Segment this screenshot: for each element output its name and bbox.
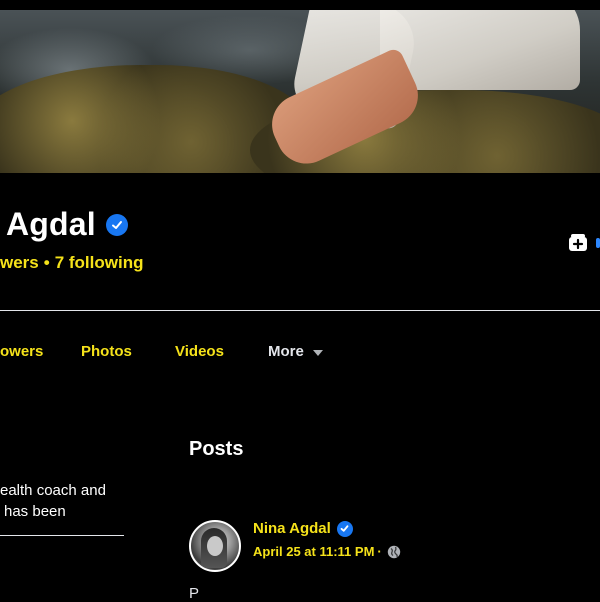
add-friend-icon bbox=[569, 234, 587, 251]
verified-badge-icon bbox=[105, 213, 128, 236]
verified-badge-icon bbox=[336, 520, 353, 537]
avatar-face bbox=[207, 536, 223, 556]
profile-name-row: Agdal bbox=[6, 206, 128, 243]
tab-photos[interactable]: Photos bbox=[81, 343, 132, 360]
post-text: P bbox=[189, 585, 200, 602]
posts-heading: Posts bbox=[189, 438, 244, 460]
tab-followers[interactable]: owers bbox=[0, 343, 43, 360]
globe-icon[interactable] bbox=[387, 545, 401, 559]
intro-line-2: has been bbox=[4, 503, 66, 520]
intro-bio: ealth coach and has been bbox=[0, 480, 106, 522]
add-friend-button[interactable] bbox=[566, 232, 590, 254]
followers-link[interactable]: wers bbox=[0, 253, 39, 272]
post-author-name[interactable]: Nina Agdal bbox=[253, 520, 331, 537]
caret-down-icon bbox=[312, 349, 323, 356]
post-date-link[interactable]: April 25 at 11:11 PM bbox=[253, 544, 374, 559]
stats-separator: • bbox=[43, 253, 50, 272]
tab-more[interactable]: More bbox=[268, 343, 323, 360]
tab-more-label: More bbox=[268, 343, 304, 360]
post-meta-separator: · bbox=[377, 544, 382, 559]
profile-stats: wers • 7 following bbox=[0, 253, 143, 273]
post-author-avatar[interactable] bbox=[189, 520, 241, 572]
top-bar bbox=[0, 0, 600, 10]
following-link[interactable]: 7 following bbox=[55, 253, 144, 272]
message-button-edge[interactable] bbox=[596, 238, 600, 248]
post-author-row: Nina Agdal bbox=[253, 520, 353, 537]
profile-divider bbox=[0, 310, 600, 311]
profile-name: Agdal bbox=[6, 206, 96, 242]
cover-photo[interactable] bbox=[0, 10, 600, 173]
intro-divider bbox=[0, 535, 124, 536]
tab-videos[interactable]: Videos bbox=[175, 343, 224, 360]
intro-line-1: ealth coach and bbox=[0, 482, 106, 499]
post-meta: April 25 at 11:11 PM · bbox=[253, 544, 401, 559]
